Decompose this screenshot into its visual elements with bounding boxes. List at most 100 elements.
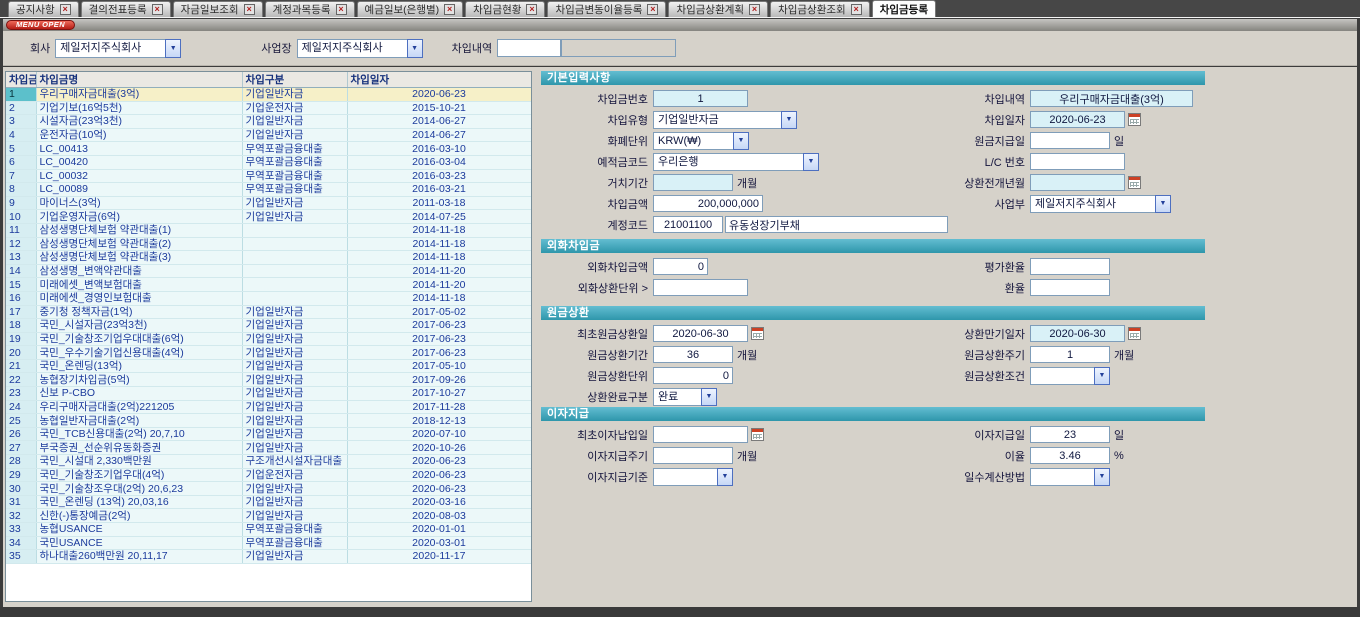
tab-예금일보(은행별)[interactable]: 예금일보(은행별)×	[357, 1, 464, 17]
table-row[interactable]: 10기업운영자금(6억)기업일반자금2014-07-25	[6, 210, 531, 224]
deposit-code-select[interactable]: 우리은행 ▼	[653, 153, 819, 171]
interest-basis-select[interactable]: ▼	[653, 468, 733, 486]
loan-amount-field[interactable]	[653, 195, 763, 212]
table-row[interactable]: 4운전자금(10억)기업일반자금2014-06-27	[6, 128, 531, 142]
tab-차입금변동이율등록[interactable]: 차입금변동이율등록×	[547, 1, 666, 17]
tab-차입금현황[interactable]: 차입금현황×	[465, 1, 545, 17]
loan-type-select[interactable]: 기업일반자금 ▼	[653, 111, 797, 129]
table-row[interactable]: 28국민_시설대 2,330백만원구조개선시설자금대출2020-06-23	[6, 455, 531, 469]
repay-unit-field[interactable]	[653, 367, 733, 384]
tab-차입금상환조회[interactable]: 차입금상환조회×	[770, 1, 870, 17]
repay-cycle-field[interactable]	[1030, 346, 1110, 363]
table-row[interactable]: 19국민_기술창조기업우대대출(6억)기업일반자금2017-06-23	[6, 332, 531, 346]
table-row[interactable]: 2기업기보(16억5천)기업운전자금2015-10-21	[6, 101, 531, 115]
table-row[interactable]: 31국민_온렌딩 (13억) 20,03,16기업일반자금2020-03-16	[6, 495, 531, 509]
table-row[interactable]: 15미래에셋_변액보험대출2014-11-20	[6, 278, 531, 292]
fc-repay-unit-field[interactable]	[653, 279, 748, 296]
interest-cycle-field[interactable]	[653, 447, 733, 464]
table-row[interactable]: 30국민_기술창조우대(2억) 20,6,23기업일반자금2020-06-23	[6, 482, 531, 496]
table-row[interactable]: 35하나대출260백만원 20,11,17기업일반자금2020-11-17	[6, 550, 531, 564]
tab-close-icon[interactable]: ×	[60, 4, 71, 15]
chevron-down-icon[interactable]: ▼	[407, 39, 423, 58]
tab-차입금등록[interactable]: 차입금등록	[872, 0, 936, 17]
ex-rate-field[interactable]	[1030, 279, 1110, 296]
menu-open-button[interactable]: MENU OPEN	[6, 20, 75, 30]
table-row[interactable]: 26국민_TCB신용대출(2억) 20,7,10기업일반자금2020-07-10	[6, 427, 531, 441]
tab-close-icon[interactable]: ×	[851, 4, 862, 15]
tab-차입금상환계획[interactable]: 차입금상환계획×	[668, 1, 768, 17]
table-row[interactable]: 20국민_우수기술기업신용대출(4억)기업일반자금2017-06-23	[6, 346, 531, 360]
lc-no-field[interactable]	[1030, 153, 1125, 170]
table-row[interactable]: 25농협일반자금대출(2억)기업일반자금2018-12-13	[6, 414, 531, 428]
maturity-date-field[interactable]	[1030, 325, 1125, 342]
account-name-field[interactable]	[725, 216, 948, 233]
table-row[interactable]: 32신한(-)통장예금(2억)기업일반자금2020-08-03	[6, 509, 531, 523]
chevron-down-icon[interactable]: ▼	[1094, 468, 1110, 486]
first-repay-date-field[interactable]	[653, 325, 748, 342]
tab-close-icon[interactable]: ×	[152, 4, 163, 15]
chevron-down-icon[interactable]: ▼	[1155, 195, 1171, 213]
division-select[interactable]: 제일저지주식회사 ▼	[1030, 195, 1171, 213]
chevron-down-icon[interactable]: ▼	[803, 153, 819, 171]
company-select[interactable]: 제일저지주식회사 ▼	[55, 39, 181, 58]
tab-close-icon[interactable]: ×	[647, 4, 658, 15]
table-row[interactable]: 5LC_00413무역포괄금융대출2016-03-10	[6, 142, 531, 156]
tab-계정과목등록[interactable]: 계정과목등록×	[265, 1, 355, 17]
chevron-down-icon[interactable]: ▼	[733, 132, 749, 150]
first-interest-date-field[interactable]	[653, 426, 748, 443]
table-row[interactable]: 34국민USANCE무역포괄금융대출2020-03-01	[6, 536, 531, 550]
tab-자금일보조회[interactable]: 자금일보조회×	[173, 1, 263, 17]
table-row[interactable]: 21국민_온렌딩(13억)기업일반자금2017-05-10	[6, 359, 531, 373]
eval-rate-field[interactable]	[1030, 258, 1110, 275]
repay-cond-select[interactable]: ▼	[1030, 367, 1110, 385]
chevron-down-icon[interactable]: ▼	[717, 468, 733, 486]
tab-결의전표등록[interactable]: 결의전표등록×	[81, 1, 171, 17]
tab-close-icon[interactable]: ×	[244, 4, 255, 15]
site-select[interactable]: 제일저지주식회사 ▼	[297, 39, 423, 58]
table-row[interactable]: 7LC_00032무역포괄금융대출2016-03-23	[6, 169, 531, 183]
chevron-down-icon[interactable]: ▼	[781, 111, 797, 129]
tab-공지사항[interactable]: 공지사항×	[8, 1, 79, 17]
loan-desc-input[interactable]	[497, 39, 561, 57]
table-row[interactable]: 9마이너스(3억)기업일반자금2011-03-18	[6, 196, 531, 210]
table-row[interactable]: 17중기청 정책자금(1억)기업일반자금2017-05-02	[6, 305, 531, 319]
table-row[interactable]: 1우리구매자금대출(3억)기업일반자금2020-06-23	[6, 88, 531, 102]
complete-select[interactable]: 완료 ▼	[653, 388, 717, 406]
table-row[interactable]: 22농협장기차입금(5억)기업일반자금2017-09-26	[6, 373, 531, 387]
calendar-icon[interactable]	[1128, 176, 1141, 189]
tab-close-icon[interactable]: ×	[444, 4, 455, 15]
chevron-down-icon[interactable]: ▼	[1094, 367, 1110, 385]
loan-desc-field[interactable]	[1030, 90, 1193, 107]
interest-day-field[interactable]	[1030, 426, 1110, 443]
tab-close-icon[interactable]: ×	[336, 4, 347, 15]
table-row[interactable]: 14삼성생명_변액약관대출2014-11-20	[6, 264, 531, 278]
principal-pay-day-field[interactable]	[1030, 132, 1110, 149]
table-row[interactable]: 6LC_00420무역포괄금융대출2016-03-04	[6, 155, 531, 169]
table-row[interactable]: 23신보 P-CBO기업일반자금2017-10-27	[6, 387, 531, 401]
chevron-down-icon[interactable]: ▼	[165, 39, 181, 58]
calendar-icon[interactable]	[1128, 327, 1141, 340]
table-row[interactable]: 27부국증권_선순위유동화증권기업일반자금2020-10-26	[6, 441, 531, 455]
tab-close-icon[interactable]: ×	[749, 4, 760, 15]
repay-start-ym-field[interactable]	[1030, 174, 1125, 191]
table-row[interactable]: 18국민_시설자금(23억3천)기업일반자금2017-06-23	[6, 319, 531, 333]
account-code-field[interactable]	[653, 216, 723, 233]
calendar-icon[interactable]	[751, 327, 764, 340]
table-row[interactable]: 24우리구매자금대출(2억)221205기업일반자금2017-11-28	[6, 400, 531, 414]
calendar-icon[interactable]	[751, 428, 764, 441]
fc-amount-field[interactable]	[653, 258, 708, 275]
table-row[interactable]: 12삼성생명단체보험 약관대출(2)2014-11-18	[6, 237, 531, 251]
table-row[interactable]: 33농협USANCE무역포괄금융대출2020-01-01	[6, 523, 531, 537]
chevron-down-icon[interactable]: ▼	[701, 388, 717, 406]
table-row[interactable]: 11삼성생명단체보험 약관대출(1)2014-11-18	[6, 223, 531, 237]
table-row[interactable]: 8LC_00089무역포괄금융대출2016-03-21	[6, 183, 531, 197]
table-row[interactable]: 3시설자금(23억3천)기업일반자금2014-06-27	[6, 115, 531, 129]
tab-close-icon[interactable]: ×	[526, 4, 537, 15]
table-row[interactable]: 13삼성생명단체보험 약관대출(3)2014-11-18	[6, 251, 531, 265]
currency-select[interactable]: KRW(₩) ▼	[653, 132, 749, 150]
rate-field[interactable]	[1030, 447, 1110, 464]
grace-period-field[interactable]	[653, 174, 733, 191]
table-row[interactable]: 16미래에셋_경영인보험대출2014-11-18	[6, 291, 531, 305]
calendar-icon[interactable]	[1128, 113, 1141, 126]
table-row[interactable]: 29국민_기술창조기업우대(4억)기업운전자금2020-06-23	[6, 468, 531, 482]
